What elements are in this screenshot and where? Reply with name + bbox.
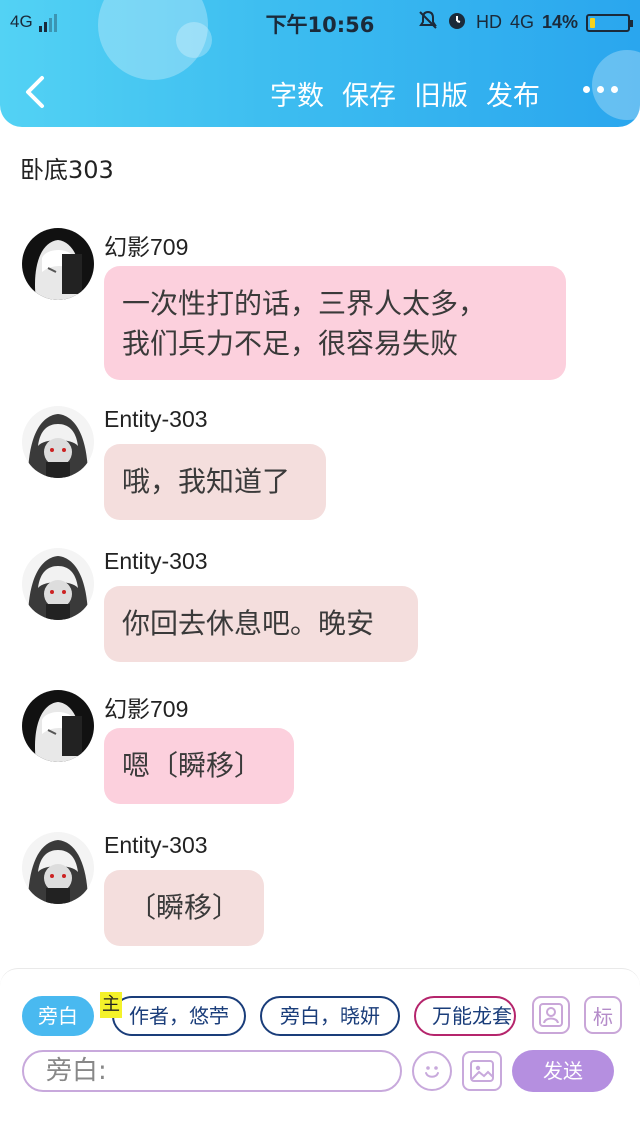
- message-bubble[interactable]: 〔瞬移〕: [104, 870, 264, 946]
- sender-name: Entity-303: [104, 406, 208, 432]
- send-button[interactable]: 发送: [512, 1050, 614, 1092]
- status-bar: 4G 下午10:56 HD 4G 14%: [0, 0, 640, 44]
- person-card-icon[interactable]: [532, 996, 570, 1034]
- battery-icon: [586, 13, 633, 32]
- avatar[interactable]: [22, 548, 94, 620]
- role-chip-narrator-xiaoyan[interactable]: 旁白，晓妍: [260, 996, 400, 1036]
- emoji-icon[interactable]: [412, 1051, 452, 1091]
- nav-actions: 字数 保存 旧版 发布: [270, 74, 540, 113]
- avatar[interactable]: [22, 228, 94, 300]
- status-icons: HD 4G 14%: [418, 9, 633, 36]
- word-count-button[interactable]: 字数: [270, 74, 324, 113]
- save-button[interactable]: 保存: [342, 74, 396, 113]
- message-bubble[interactable]: 哦，我知道了: [104, 444, 326, 520]
- battery-percent: 14%: [541, 12, 578, 32]
- network-right-label: 4G: [509, 12, 534, 32]
- nav-bar: 字数 保存 旧版 发布: [0, 56, 640, 126]
- back-arrow-icon[interactable]: [20, 72, 50, 112]
- mute-icon: [418, 10, 438, 35]
- avatar[interactable]: [22, 406, 94, 478]
- app-header: 4G 下午10:56 HD 4G 14% 字数 保存 旧版 发布: [0, 0, 640, 127]
- sender-name: Entity-303: [104, 548, 208, 574]
- sender-name: 幻影709: [104, 234, 189, 260]
- image-icon[interactable]: [462, 1051, 502, 1091]
- message-bubble[interactable]: 一次性打的话，三界人太多， 我们兵力不足，很容易失败: [104, 266, 566, 380]
- more-options-icon[interactable]: [583, 86, 618, 93]
- avatar[interactable]: [22, 690, 94, 762]
- role-chip-author[interactable]: 作者，悠苧: [112, 996, 246, 1036]
- main-role-tag: 主: [100, 992, 122, 1018]
- message-input[interactable]: 旁白:: [22, 1050, 402, 1092]
- hd-label: HD: [475, 12, 502, 32]
- avatar[interactable]: [22, 832, 94, 904]
- role-chip-extra[interactable]: 万能龙套: [414, 996, 516, 1036]
- role-chip-narrator[interactable]: 旁白: [22, 996, 94, 1036]
- sender-name: 幻影709: [104, 696, 189, 722]
- mark-icon[interactable]: 标: [584, 996, 622, 1034]
- alarm-icon: [446, 9, 468, 36]
- chat-title: 卧底303: [20, 156, 114, 184]
- message-bubble[interactable]: 嗯〔瞬移〕: [104, 728, 294, 804]
- message-bubble[interactable]: 你回去休息吧。晚安: [104, 586, 418, 662]
- sender-name: Entity-303: [104, 832, 208, 858]
- publish-button[interactable]: 发布: [486, 74, 540, 113]
- old-version-button[interactable]: 旧版: [414, 74, 468, 113]
